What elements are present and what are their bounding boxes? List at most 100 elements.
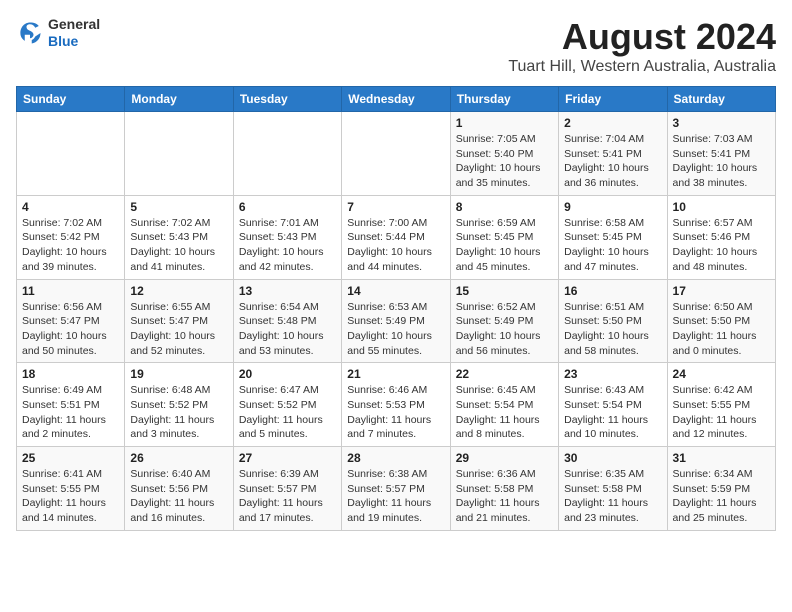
day-info: Sunrise: 7:04 AM Sunset: 5:41 PM Dayligh…	[564, 132, 661, 191]
day-info: Sunrise: 6:55 AM Sunset: 5:47 PM Dayligh…	[130, 300, 227, 359]
day-info: Sunrise: 6:59 AM Sunset: 5:45 PM Dayligh…	[456, 216, 553, 275]
day-info: Sunrise: 6:36 AM Sunset: 5:58 PM Dayligh…	[456, 467, 553, 526]
day-number: 10	[673, 200, 770, 214]
day-cell: 10 Sunrise: 6:57 AM Sunset: 5:46 PM Dayli…	[667, 195, 775, 279]
calendar-header: SundayMondayTuesdayWednesdayThursdayFrid…	[17, 87, 776, 112]
header-row: SundayMondayTuesdayWednesdayThursdayFrid…	[17, 87, 776, 112]
day-cell: 14 Sunrise: 6:53 AM Sunset: 5:49 PM Dayli…	[342, 279, 450, 363]
header-cell-monday: Monday	[125, 87, 233, 112]
day-cell: 11Sunrise: 6:56 AM Sunset: 5:47 PM Dayli…	[17, 279, 125, 363]
day-cell: 3Sunrise: 7:03 AM Sunset: 5:41 PM Daylig…	[667, 112, 775, 196]
day-info: Sunrise: 6:57 AM Sunset: 5:46 PM Dayligh…	[673, 216, 770, 275]
day-number: 24	[673, 367, 770, 381]
day-cell: 17 Sunrise: 6:50 AM Sunset: 5:50 PM Dayli…	[667, 279, 775, 363]
logo-text: General Blue	[48, 16, 100, 50]
day-number: 23	[564, 367, 661, 381]
day-number: 2	[564, 116, 661, 130]
calendar-table: SundayMondayTuesdayWednesdayThursdayFrid…	[16, 86, 776, 531]
day-cell	[125, 112, 233, 196]
day-cell: 19Sunrise: 6:48 AM Sunset: 5:52 PM Dayli…	[125, 363, 233, 447]
day-cell: 28Sunrise: 6:38 AM Sunset: 5:57 PM Dayli…	[342, 447, 450, 531]
day-number: 5	[130, 200, 227, 214]
day-number: 6	[239, 200, 336, 214]
day-number: 3	[673, 116, 770, 130]
header-cell-sunday: Sunday	[17, 87, 125, 112]
day-number: 30	[564, 451, 661, 465]
day-number: 16	[564, 284, 661, 298]
day-cell	[233, 112, 341, 196]
page-header: General Blue August 2024 Tuart Hill, Wes…	[16, 16, 776, 76]
day-cell: 20 Sunrise: 6:47 AM Sunset: 5:52 PM Dayli…	[233, 363, 341, 447]
day-cell	[342, 112, 450, 196]
day-cell: 1 Sunrise: 7:05 AM Sunset: 5:40 PM Daylig…	[450, 112, 558, 196]
day-info: Sunrise: 7:02 AM Sunset: 5:43 PM Dayligh…	[130, 216, 227, 275]
day-cell: 2 Sunrise: 7:04 AM Sunset: 5:41 PM Daylig…	[559, 112, 667, 196]
day-cell: 5 Sunrise: 7:02 AM Sunset: 5:43 PM Daylig…	[125, 195, 233, 279]
day-cell: 26 Sunrise: 6:40 AM Sunset: 5:56 PM Dayli…	[125, 447, 233, 531]
day-number: 1	[456, 116, 553, 130]
day-number: 26	[130, 451, 227, 465]
day-info: Sunrise: 6:47 AM Sunset: 5:52 PM Dayligh…	[239, 383, 336, 442]
day-number: 20	[239, 367, 336, 381]
day-cell: 29 Sunrise: 6:36 AM Sunset: 5:58 PM Dayli…	[450, 447, 558, 531]
day-info: Sunrise: 6:45 AM Sunset: 5:54 PM Dayligh…	[456, 383, 553, 442]
day-number: 13	[239, 284, 336, 298]
header-cell-saturday: Saturday	[667, 87, 775, 112]
day-info: Sunrise: 6:53 AM Sunset: 5:49 PM Dayligh…	[347, 300, 444, 359]
day-number: 28	[347, 451, 444, 465]
day-number: 14	[347, 284, 444, 298]
day-info: Sunrise: 6:42 AM Sunset: 5:55 PM Dayligh…	[673, 383, 770, 442]
day-info: Sunrise: 6:49 AM Sunset: 5:51 PM Dayligh…	[22, 383, 119, 442]
day-number: 29	[456, 451, 553, 465]
day-number: 31	[673, 451, 770, 465]
day-info: Sunrise: 6:46 AM Sunset: 5:53 PM Dayligh…	[347, 383, 444, 442]
day-info: Sunrise: 6:54 AM Sunset: 5:48 PM Dayligh…	[239, 300, 336, 359]
day-cell: 21 Sunrise: 6:46 AM Sunset: 5:53 PM Dayli…	[342, 363, 450, 447]
day-info: Sunrise: 7:01 AM Sunset: 5:43 PM Dayligh…	[239, 216, 336, 275]
day-cell: 8 Sunrise: 6:59 AM Sunset: 5:45 PM Daylig…	[450, 195, 558, 279]
day-number: 4	[22, 200, 119, 214]
week-row-3: 18Sunrise: 6:49 AM Sunset: 5:51 PM Dayli…	[17, 363, 776, 447]
day-info: Sunrise: 6:58 AM Sunset: 5:45 PM Dayligh…	[564, 216, 661, 275]
title-block: August 2024 Tuart Hill, Western Australi…	[508, 16, 776, 76]
day-info: Sunrise: 6:50 AM Sunset: 5:50 PM Dayligh…	[673, 300, 770, 359]
header-cell-wednesday: Wednesday	[342, 87, 450, 112]
day-number: 12	[130, 284, 227, 298]
week-row-1: 4 Sunrise: 7:02 AM Sunset: 5:42 PM Daylig…	[17, 195, 776, 279]
day-number: 15	[456, 284, 553, 298]
day-info: Sunrise: 6:43 AM Sunset: 5:54 PM Dayligh…	[564, 383, 661, 442]
day-cell: 15 Sunrise: 6:52 AM Sunset: 5:49 PM Dayli…	[450, 279, 558, 363]
day-cell: 16Sunrise: 6:51 AM Sunset: 5:50 PM Dayli…	[559, 279, 667, 363]
day-cell: 24 Sunrise: 6:42 AM Sunset: 5:55 PM Dayli…	[667, 363, 775, 447]
day-info: Sunrise: 6:41 AM Sunset: 5:55 PM Dayligh…	[22, 467, 119, 526]
day-cell: 12 Sunrise: 6:55 AM Sunset: 5:47 PM Dayli…	[125, 279, 233, 363]
day-info: Sunrise: 6:35 AM Sunset: 5:58 PM Dayligh…	[564, 467, 661, 526]
calendar-body: 1 Sunrise: 7:05 AM Sunset: 5:40 PM Daylig…	[17, 112, 776, 531]
day-info: Sunrise: 7:05 AM Sunset: 5:40 PM Dayligh…	[456, 132, 553, 191]
day-info: Sunrise: 7:02 AM Sunset: 5:42 PM Dayligh…	[22, 216, 119, 275]
day-number: 21	[347, 367, 444, 381]
logo-icon	[16, 19, 44, 47]
day-info: Sunrise: 6:40 AM Sunset: 5:56 PM Dayligh…	[130, 467, 227, 526]
day-cell: 9 Sunrise: 6:58 AM Sunset: 5:45 PM Daylig…	[559, 195, 667, 279]
day-info: Sunrise: 7:00 AM Sunset: 5:44 PM Dayligh…	[347, 216, 444, 275]
day-cell: 25Sunrise: 6:41 AM Sunset: 5:55 PM Dayli…	[17, 447, 125, 531]
day-cell	[17, 112, 125, 196]
week-row-0: 1 Sunrise: 7:05 AM Sunset: 5:40 PM Daylig…	[17, 112, 776, 196]
logo: General Blue	[16, 16, 100, 50]
header-cell-friday: Friday	[559, 87, 667, 112]
day-info: Sunrise: 6:39 AM Sunset: 5:57 PM Dayligh…	[239, 467, 336, 526]
header-cell-tuesday: Tuesday	[233, 87, 341, 112]
week-row-4: 25Sunrise: 6:41 AM Sunset: 5:55 PM Dayli…	[17, 447, 776, 531]
day-cell: 22Sunrise: 6:45 AM Sunset: 5:54 PM Dayli…	[450, 363, 558, 447]
day-info: Sunrise: 6:52 AM Sunset: 5:49 PM Dayligh…	[456, 300, 553, 359]
day-number: 8	[456, 200, 553, 214]
day-number: 7	[347, 200, 444, 214]
day-number: 19	[130, 367, 227, 381]
header-cell-thursday: Thursday	[450, 87, 558, 112]
day-number: 9	[564, 200, 661, 214]
day-number: 17	[673, 284, 770, 298]
calendar-subtitle: Tuart Hill, Western Australia, Australia	[508, 58, 776, 76]
day-cell: 31Sunrise: 6:34 AM Sunset: 5:59 PM Dayli…	[667, 447, 775, 531]
day-cell: 13 Sunrise: 6:54 AM Sunset: 5:48 PM Dayli…	[233, 279, 341, 363]
